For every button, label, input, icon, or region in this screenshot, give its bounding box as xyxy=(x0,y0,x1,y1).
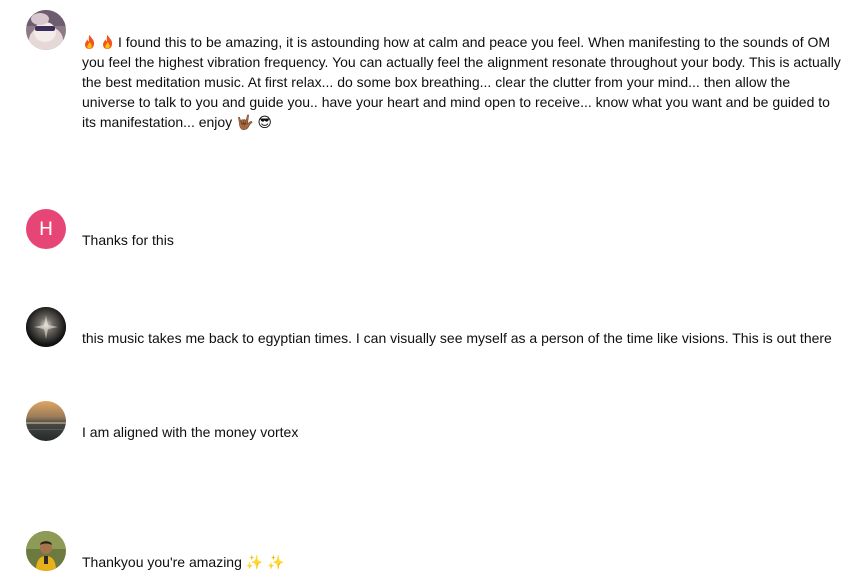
comment-text: this music takes me back to egyptian tim… xyxy=(82,330,832,346)
fire-icon xyxy=(85,34,95,50)
user-avatar[interactable] xyxy=(26,401,66,441)
comment-body: I found this to be amazing, it is astoun… xyxy=(82,34,841,130)
user-avatar[interactable] xyxy=(26,10,66,50)
comment-text: Thankyou you're amazing ✨ ✨ xyxy=(82,554,285,570)
user-avatar[interactable]: H xyxy=(26,209,66,249)
comment-text: I found this to be amazing, it is astoun… xyxy=(82,32,842,132)
fire-icon xyxy=(103,34,113,50)
user-avatar[interactable] xyxy=(26,307,66,347)
comment-text: Thanks for this xyxy=(82,232,174,248)
user-avatar[interactable] xyxy=(26,531,66,571)
comment-text: I am aligned with the money vortex xyxy=(82,424,299,440)
